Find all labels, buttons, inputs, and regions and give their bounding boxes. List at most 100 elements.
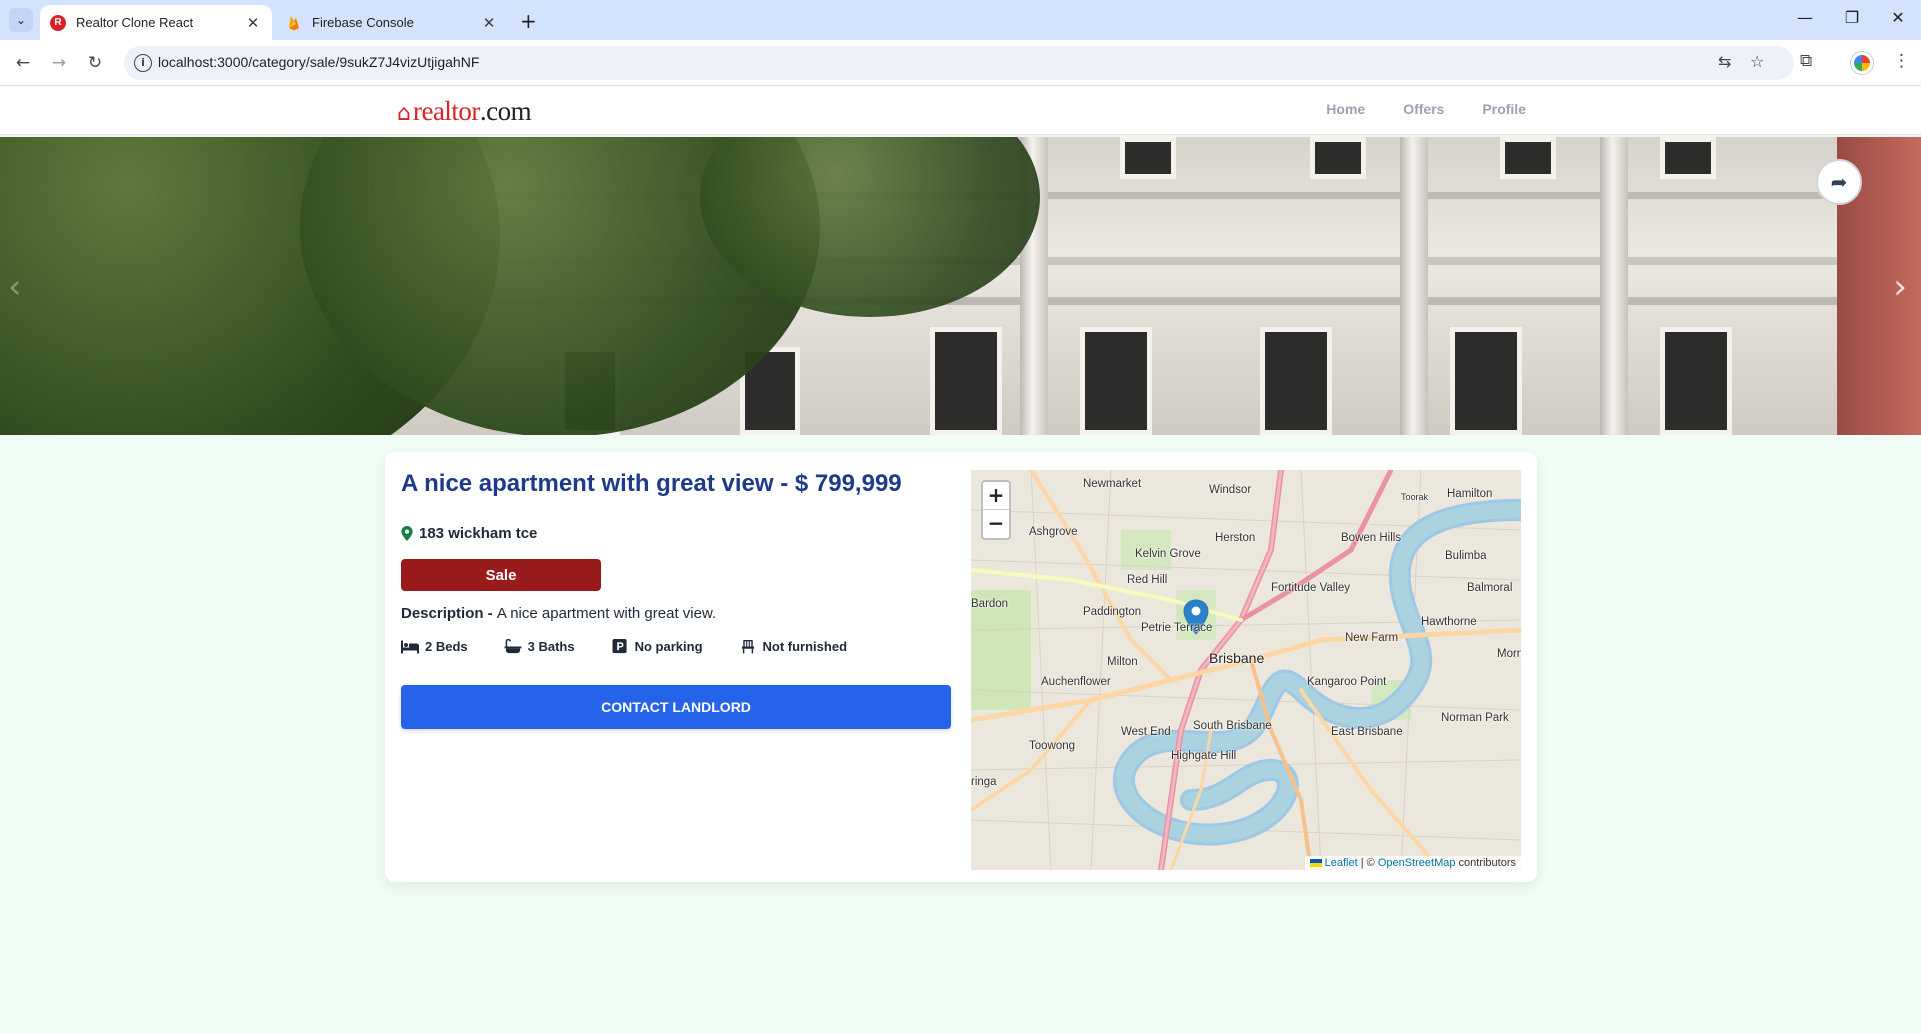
- baths-text: 3 Baths: [527, 639, 575, 654]
- new-tab-icon[interactable]: +: [520, 9, 537, 33]
- map-place-label: Kangaroo Point: [1307, 676, 1387, 688]
- browser-toolbar: ← → ↻ i localhost:3000/category/sale/9su…: [0, 40, 1921, 86]
- map-place-label: Hamilton: [1447, 488, 1493, 500]
- map-place-label: Herston: [1215, 532, 1256, 544]
- feature-parking: No parking: [611, 639, 703, 654]
- listing-description: Description - A nice apartment with grea…: [401, 605, 716, 622]
- realtor-favicon-icon: R: [50, 14, 66, 31]
- translate-icon[interactable]: ⇆: [1718, 52, 1731, 71]
- profile-avatar[interactable]: [1851, 52, 1873, 74]
- contact-landlord-button[interactable]: CONTACT LANDLORD: [401, 685, 951, 729]
- facade-column: [1600, 137, 1628, 435]
- minimize-icon[interactable]: —: [1793, 8, 1817, 27]
- house-icon: ⌂: [397, 101, 411, 126]
- ukraine-flag-icon: [1309, 859, 1322, 867]
- site-info-icon[interactable]: i: [134, 54, 152, 72]
- map-place-label: Bowen Hills: [1341, 532, 1402, 544]
- attribution-tail: contributors: [1455, 857, 1516, 869]
- reload-icon[interactable]: ↻: [82, 50, 108, 76]
- slider-next-icon[interactable]: ›: [1893, 267, 1907, 307]
- map-place-label: Hawthorne: [1421, 616, 1477, 628]
- nav-home[interactable]: Home: [1326, 101, 1365, 117]
- share-button[interactable]: ➦: [1816, 159, 1862, 205]
- close-icon[interactable]: ✕: [480, 14, 498, 32]
- restore-icon[interactable]: ❐: [1840, 8, 1864, 27]
- map-place-label: New Farm: [1345, 632, 1399, 644]
- firebase-favicon-icon: [286, 15, 302, 31]
- facade-window: [1660, 137, 1716, 179]
- extensions-icon[interactable]: ⧉: [1800, 51, 1812, 71]
- map-zoom-control: + −: [981, 480, 1011, 540]
- browser-tab-bar: ⌄ R Realtor Clone React ✕ Firebase Conso…: [0, 0, 1921, 40]
- close-icon[interactable]: ✕: [244, 14, 262, 32]
- tab-search-button[interactable]: ⌄: [9, 8, 33, 32]
- url-text[interactable]: localhost:3000/category/sale/9sukZ7J4viz…: [158, 54, 479, 70]
- realtor-logo[interactable]: ⌂ realtor .com: [397, 96, 532, 127]
- forward-icon[interactable]: →: [46, 50, 72, 76]
- facade-window: [1080, 327, 1152, 435]
- slider-prev-icon[interactable]: ‹: [8, 267, 22, 307]
- address-bar[interactable]: i localhost:3000/category/sale/9sukZ7J4v…: [124, 46, 1794, 80]
- logo-suffix: .com: [479, 96, 532, 126]
- furnished-text: Not furnished: [762, 639, 848, 654]
- facade-window: [930, 327, 1002, 435]
- listing-type-badge: Sale: [401, 559, 601, 591]
- map-place-label: South Brisbane: [1193, 720, 1272, 732]
- menu-kebab-icon[interactable]: ⋮: [1893, 51, 1910, 71]
- map-place-label: East Brisbane: [1331, 726, 1403, 738]
- tab-firebase[interactable]: Firebase Console ✕: [276, 5, 508, 40]
- leaflet-link[interactable]: Leaflet: [1325, 857, 1358, 869]
- feature-beds: 2 Beds: [401, 639, 468, 654]
- parking-text: No parking: [634, 639, 703, 654]
- listing-title: A nice apartment with great view - $ 799…: [401, 470, 902, 497]
- feature-baths: 3 Baths: [504, 639, 575, 654]
- location-map[interactable]: Newmarket Windsor Toorak Hamilton Ashgro…: [971, 470, 1521, 870]
- zoom-out-button[interactable]: −: [983, 510, 1009, 538]
- description-label: Description -: [401, 605, 497, 622]
- map-place-label: Red Hill: [1127, 574, 1168, 586]
- share-icon: ➦: [1830, 170, 1848, 194]
- map-place-label: Morn: [1497, 648, 1521, 660]
- tab-title: Firebase Console: [312, 15, 414, 30]
- facade-column: [1400, 137, 1428, 435]
- facade-window: [1120, 137, 1176, 179]
- site-header: ⌂ realtor .com Home Offers Profile: [0, 87, 1921, 135]
- tab-realtor[interactable]: R Realtor Clone React ✕: [40, 5, 272, 40]
- map-place-label: Windsor: [1209, 484, 1252, 496]
- map-place-label: Petrie Terrace: [1141, 622, 1213, 634]
- map-place-label: Milton: [1107, 656, 1138, 668]
- facade-window: [1310, 137, 1366, 179]
- beds-text: 2 Beds: [425, 639, 468, 654]
- zoom-in-button[interactable]: +: [983, 482, 1009, 510]
- facade-window: [1660, 327, 1732, 435]
- listing-image-slider[interactable]: ‹ ›: [0, 137, 1921, 435]
- nav-profile[interactable]: Profile: [1482, 101, 1526, 117]
- listing-features: 2 Beds 3 Baths No parking Not furnished: [401, 639, 847, 654]
- map-place-label: Norman Park: [1441, 712, 1509, 724]
- map-place-label: Auchenflower: [1041, 676, 1111, 688]
- page: ⌂ realtor .com Home Offers Profile ‹ › ➦…: [0, 87, 1921, 1033]
- close-window-icon[interactable]: ✕: [1886, 8, 1910, 27]
- feature-furnished: Not furnished: [739, 639, 848, 654]
- facade-window: [1450, 327, 1522, 435]
- logo-text: realtor: [412, 96, 480, 126]
- map-place-label: Newmarket: [1083, 478, 1142, 490]
- back-icon[interactable]: ←: [10, 50, 36, 76]
- nav-offers[interactable]: Offers: [1403, 101, 1444, 117]
- bookmark-star-icon[interactable]: ☆: [1750, 52, 1764, 71]
- attribution-separator: | ©: [1357, 857, 1378, 869]
- map-place-label: Ashgrove: [1029, 526, 1078, 538]
- bed-icon: [401, 640, 419, 654]
- listing-address: 183 wickham tce: [401, 525, 537, 542]
- osm-link[interactable]: OpenStreetMap: [1378, 857, 1456, 869]
- address-text: 183 wickham tce: [419, 525, 538, 542]
- map-place-label: Bulimba: [1445, 550, 1487, 562]
- map-pin-icon: [401, 526, 413, 541]
- facade-window: [1260, 327, 1332, 435]
- map-place-label: Bardon: [971, 598, 1009, 610]
- map-place-label: ringa: [971, 776, 997, 788]
- parking-icon: [612, 639, 627, 654]
- listing-card: A nice apartment with great view - $ 799…: [385, 452, 1537, 882]
- map-place-label: Brisbane: [1209, 650, 1265, 666]
- chevron-down-icon: ⌄: [15, 13, 27, 27]
